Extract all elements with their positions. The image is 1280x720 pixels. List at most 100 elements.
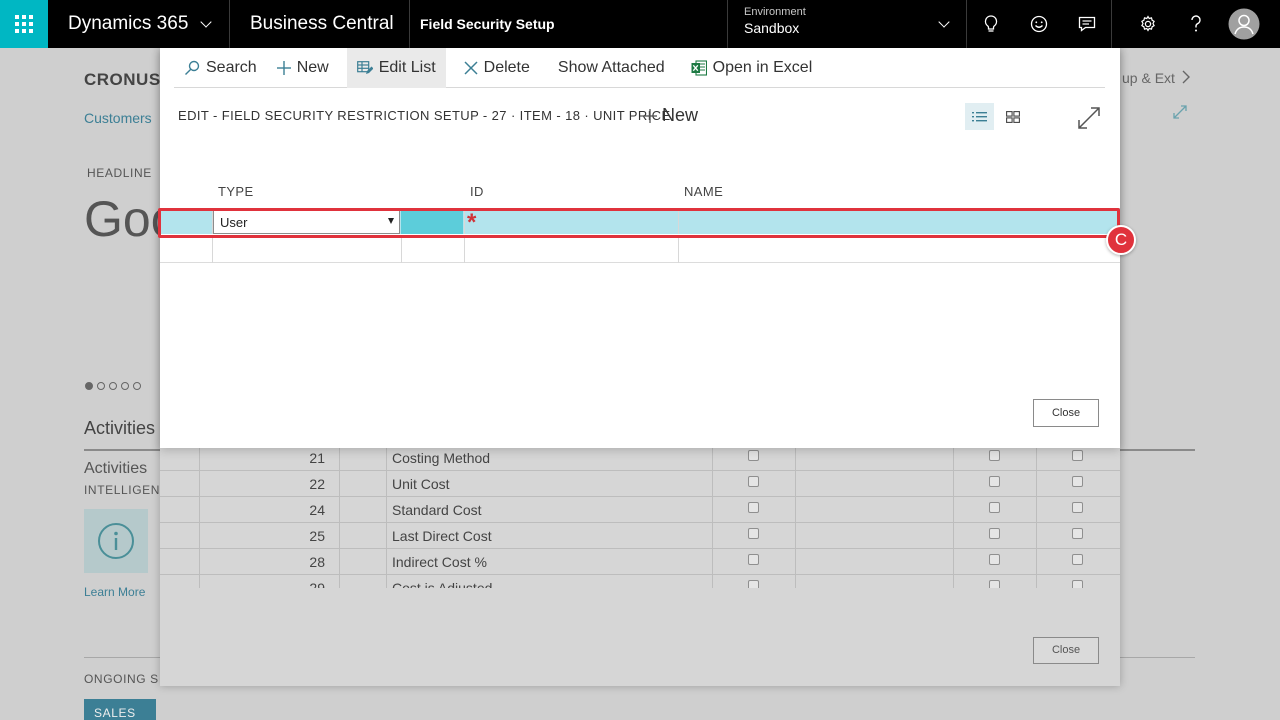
checkbox[interactable] xyxy=(1072,476,1083,487)
environment-label: Environment xyxy=(744,6,806,18)
field-id: 24 xyxy=(309,502,325,518)
column-header-type[interactable]: TYPE xyxy=(218,184,254,199)
ongoing-sales-label: ONGOING S xyxy=(84,672,159,686)
activities-subtitle[interactable]: Activities xyxy=(84,460,147,478)
expand-icon[interactable] xyxy=(1077,106,1101,135)
show-attached-button[interactable]: Show Attached xyxy=(548,48,675,88)
checkbox[interactable] xyxy=(748,580,759,588)
delete-label: Delete xyxy=(483,58,530,76)
table-row[interactable]: 28 Indirect Cost % xyxy=(160,549,1120,575)
new-button[interactable]: New xyxy=(267,48,339,88)
checkbox[interactable] xyxy=(1072,554,1083,565)
field-id: 25 xyxy=(309,528,325,544)
close-icon xyxy=(464,60,478,75)
table-row[interactable]: 29 Cost is Adjusted xyxy=(160,575,1120,588)
pager-dot[interactable] xyxy=(85,382,93,390)
product-name[interactable]: Business Central xyxy=(230,0,410,48)
checkbox[interactable] xyxy=(989,450,1000,461)
new-line-label: New xyxy=(662,105,699,125)
headline-pager[interactable] xyxy=(85,382,141,390)
setup-extensions-link[interactable]: up & Ext xyxy=(1122,70,1191,86)
settings-button[interactable] xyxy=(1124,0,1172,48)
info-tile[interactable] xyxy=(84,509,148,573)
field-id: 28 xyxy=(309,554,325,570)
dynamics-365-menu[interactable]: Dynamics 365 xyxy=(48,0,230,48)
pager-dot[interactable] xyxy=(133,382,141,390)
edit-list-button[interactable]: Edit List xyxy=(346,47,446,88)
checkbox[interactable] xyxy=(1072,580,1083,588)
pager-dot[interactable] xyxy=(97,382,105,390)
help-icon xyxy=(1191,15,1201,32)
activities-title: Activities xyxy=(84,418,156,438)
checkbox[interactable] xyxy=(989,528,1000,539)
column-header-id[interactable]: ID xyxy=(470,184,484,199)
field-security-restriction-dialog: Search New Edit List Delete Show Attache… xyxy=(158,47,1136,448)
brand-label: Dynamics 365 xyxy=(68,13,189,34)
table-row[interactable]: 24 Standard Cost xyxy=(160,497,1120,523)
checkbox[interactable] xyxy=(1072,502,1083,513)
top-navigation-bar: Dynamics 365 Business Central Field Secu… xyxy=(0,0,1280,48)
list-view-icon xyxy=(972,111,987,121)
checkbox[interactable] xyxy=(748,476,759,487)
delete-button[interactable]: Delete xyxy=(454,48,540,88)
field-name: Indirect Cost % xyxy=(392,554,487,570)
open-in-excel-button[interactable]: Open in Excel xyxy=(681,48,823,88)
field-id: 21 xyxy=(309,450,325,466)
new-line-button[interactable]: New xyxy=(642,105,698,126)
highlight-frame xyxy=(158,208,1120,238)
expand-icon[interactable] xyxy=(1172,104,1188,125)
checkbox[interactable] xyxy=(748,528,759,539)
field-name: Cost is Adjusted xyxy=(392,580,493,588)
lightbulb-button[interactable] xyxy=(967,0,1015,48)
edit-list-icon xyxy=(356,60,373,75)
checkbox[interactable] xyxy=(1072,528,1083,539)
checkbox[interactable] xyxy=(989,502,1000,513)
checkbox[interactable] xyxy=(989,554,1000,565)
table-row[interactable]: 22 Unit Cost xyxy=(160,471,1120,497)
chat-icon xyxy=(1078,16,1096,32)
environment-value: Sandbox xyxy=(744,20,800,36)
edit-list-label: Edit List xyxy=(378,58,436,76)
tile-view-button[interactable] xyxy=(998,103,1027,130)
chevron-down-icon xyxy=(200,15,213,28)
feedback-smile-button[interactable] xyxy=(1015,0,1063,48)
table-row[interactable]: 21 Costing Method xyxy=(160,445,1120,471)
checkbox[interactable] xyxy=(748,554,759,565)
field-name: Costing Method xyxy=(392,450,491,466)
waffle-icon xyxy=(15,15,33,33)
list-view-button[interactable] xyxy=(965,103,994,130)
environment-switcher[interactable]: Environment Sandbox xyxy=(728,0,967,48)
pager-dot[interactable] xyxy=(109,382,117,390)
pager-dot[interactable] xyxy=(121,382,129,390)
learn-more-link[interactable]: Learn More xyxy=(84,585,145,599)
close-button[interactable]: Close xyxy=(1033,399,1099,427)
checkbox[interactable] xyxy=(989,580,1000,588)
open-in-excel-label: Open in Excel xyxy=(712,58,813,76)
search-button[interactable]: Search xyxy=(174,48,267,88)
table-row[interactable]: 25 Last Direct Cost xyxy=(160,523,1120,549)
chevron-right-icon xyxy=(1182,70,1190,84)
tile-view-icon xyxy=(1005,110,1020,123)
messages-button[interactable] xyxy=(1063,0,1111,48)
sales-quotes-tile[interactable]: SALES QU xyxy=(84,699,156,720)
callout-badge: C xyxy=(1106,225,1136,255)
table-row[interactable] xyxy=(160,237,1120,263)
user-profile-button[interactable] xyxy=(1220,0,1268,48)
headline-label: HEADLINE xyxy=(87,166,152,180)
close-button[interactable]: Close xyxy=(1033,637,1099,664)
intelligent-cloud-label: INTELLIGEN xyxy=(84,483,161,497)
checkbox[interactable] xyxy=(748,450,759,461)
page-title: Field Security Setup xyxy=(410,0,728,48)
checkbox[interactable] xyxy=(1072,450,1083,461)
info-icon xyxy=(98,523,134,559)
lightbulb-icon xyxy=(984,15,998,32)
setup-extensions-label: up & Ext xyxy=(1122,70,1175,86)
app-launcher-button[interactable] xyxy=(0,0,48,48)
action-bar: Search New Edit List Delete Show Attache… xyxy=(174,47,1105,88)
column-header-name[interactable]: NAME xyxy=(684,184,723,199)
help-button[interactable] xyxy=(1172,0,1220,48)
gear-icon xyxy=(1141,15,1155,32)
checkbox[interactable] xyxy=(989,476,1000,487)
customers-link[interactable]: Customers xyxy=(84,110,152,126)
checkbox[interactable] xyxy=(748,502,759,513)
